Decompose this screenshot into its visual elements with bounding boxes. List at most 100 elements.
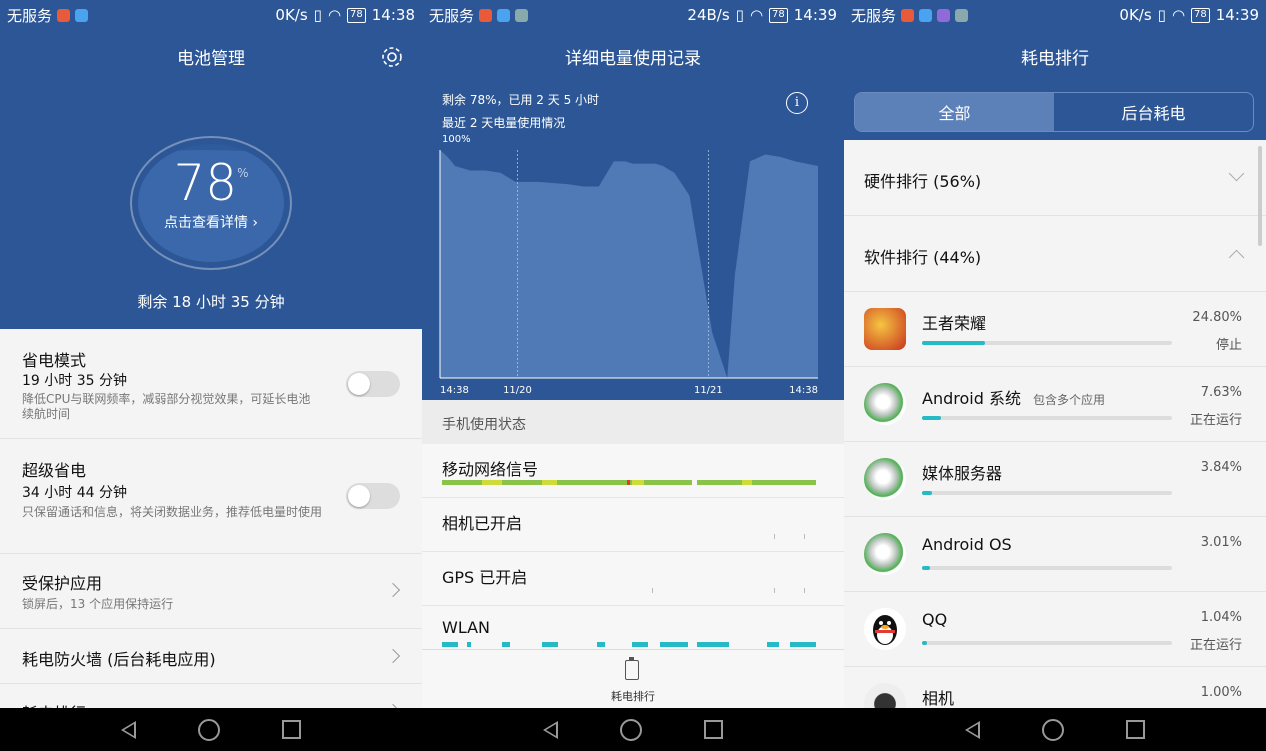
notification-icon	[57, 8, 71, 22]
app-name-text: 相机	[922, 689, 955, 708]
x-tick-label: 11/21	[694, 385, 723, 396]
back-icon[interactable]	[121, 720, 136, 739]
power-ranking-tab[interactable]: 耗电排行	[422, 649, 844, 709]
page-title: 详细电量使用记录	[565, 48, 701, 69]
recents-icon[interactable]	[704, 720, 723, 739]
home-icon[interactable]	[620, 718, 642, 741]
ultra-power-saving-item[interactable]: 超级省电 34 小时 44 分钟 只保留通话和信息，将关闭数据业务，推荐低电量时…	[0, 439, 422, 554]
recents-icon[interactable]	[282, 720, 301, 739]
app-row[interactable]: Android OS 3.01%	[844, 517, 1266, 592]
wifi-icon: ◠	[1171, 6, 1186, 24]
usage-bar	[922, 566, 1172, 570]
network-speed: 0K/s	[1119, 6, 1152, 24]
item-title: 耗电防火墙 (后台耗电应用)	[22, 650, 216, 669]
notification-icon	[901, 8, 915, 22]
usage-bar-fill	[922, 641, 927, 645]
tab-all[interactable]: 全部	[855, 93, 1054, 131]
battery-icon	[625, 657, 639, 680]
wifi-icon: ◠	[327, 6, 342, 24]
settings-list: 省电模式 19 小时 35 分钟 降低CPU与联网频率，减弱部分视觉效果，可延长…	[0, 329, 422, 723]
camera-on-row: 相机已开启	[422, 498, 844, 552]
network-speed: 24B/s	[687, 6, 730, 24]
home-icon[interactable]	[1042, 718, 1064, 741]
battery-icon: 78	[347, 7, 366, 23]
wifi-icon: ◠	[749, 6, 764, 24]
battery-history-screen: 无服务 24B/s ▯ ◠ 78 14:39 详细电量使用记录 剩余 78%，已…	[422, 0, 844, 751]
back-icon[interactable]	[543, 720, 558, 739]
navigation-bar	[422, 708, 844, 751]
signal-strength-bar	[442, 480, 816, 485]
app-row[interactable]: 媒体服务器 3.84%	[844, 442, 1266, 517]
power-firewall-item[interactable]: 耗电防火墙 (后台耗电应用)	[0, 629, 422, 684]
item-time: 34 小时 44 分钟	[22, 485, 127, 501]
image-icon	[515, 8, 529, 22]
category-label: 软件排行 (44%)	[864, 248, 982, 267]
scrollbar[interactable]	[1258, 146, 1262, 246]
app-name: 媒体服务器	[922, 460, 1002, 484]
notification-icon	[75, 8, 89, 22]
home-icon[interactable]	[198, 718, 220, 741]
power-ranking-screen: 无服务 0K/s ▯ ◠ 78 14:39 耗电排行 全部 后台耗电 硬件排行 …	[844, 0, 1266, 751]
app-name-text: Android 系统	[922, 389, 1021, 408]
app-percent: 7.63%	[1200, 385, 1242, 400]
qq-penguin-icon	[864, 608, 906, 650]
item-title: 受保护应用	[22, 574, 103, 593]
app-row[interactable]: Android 系统 包含多个应用 7.63% 正在运行	[844, 367, 1266, 442]
hardware-ranking-row[interactable]: 硬件排行 (56%)	[844, 140, 1266, 216]
app-row[interactable]: QQ 1.04% 正在运行	[844, 592, 1266, 667]
battery-area	[440, 150, 818, 378]
notification-icon	[919, 8, 933, 22]
carrier-text: 无服务	[7, 6, 53, 25]
item-title: 省电模式	[22, 351, 87, 370]
chevron-right-icon	[385, 582, 401, 598]
battery-manager-screen: 无服务 0K/s ▯ ◠ 78 14:38 电池管理 78% 点击查看详情 › …	[0, 0, 422, 751]
navigation-bar	[0, 708, 422, 751]
carrier-text: 无服务	[851, 6, 897, 25]
tab-label: 耗电排行	[611, 690, 655, 703]
back-icon[interactable]	[965, 720, 980, 739]
app-percent: 24.80%	[1192, 310, 1242, 325]
gps-usage-bar	[652, 588, 805, 593]
android-system-icon	[864, 383, 906, 425]
percent-unit: %	[237, 166, 249, 180]
recents-icon[interactable]	[1126, 720, 1145, 739]
row-label: GPS 已开启	[442, 568, 528, 587]
usage-bar-fill	[922, 341, 985, 345]
app-status: 正在运行	[1189, 413, 1242, 428]
chevron-up-icon	[1228, 249, 1245, 266]
app-name-text: 王者荣耀	[922, 314, 987, 333]
gps-on-row: GPS 已开启	[422, 552, 844, 606]
tab-background[interactable]: 后台耗电	[1054, 93, 1253, 131]
android-os-icon	[864, 533, 906, 575]
vibrate-icon: ▯	[735, 6, 744, 24]
camera-usage-bar	[774, 534, 805, 539]
chevron-down-icon	[1228, 165, 1245, 182]
app-name-text: 媒体服务器	[922, 464, 1003, 483]
software-ranking-row[interactable]: 软件排行 (44%)	[844, 216, 1266, 292]
usage-bar	[922, 641, 1172, 645]
status-bar: 无服务 24B/s ▯ ◠ 78 14:39	[422, 0, 844, 30]
status-bar: 无服务 0K/s ▯ ◠ 78 14:39	[844, 0, 1266, 30]
x-tick-label: 14:38	[789, 385, 818, 396]
app-row[interactable]: 王者荣耀 24.80% 停止	[844, 292, 1266, 367]
app-percent: 3.84%	[1200, 460, 1242, 475]
ultra-power-saving-toggle[interactable]	[346, 483, 400, 509]
media-server-icon	[864, 458, 906, 500]
page-title: 耗电排行	[1021, 48, 1089, 69]
x-tick-label: 14:38	[440, 385, 469, 396]
page-title: 电池管理	[177, 48, 245, 69]
protected-apps-item[interactable]: 受保护应用 锁屏后，13 个应用保持运行	[0, 554, 422, 629]
usage-bar-fill	[922, 416, 942, 420]
power-saving-mode-item[interactable]: 省电模式 19 小时 35 分钟 降低CPU与联网频率，减弱部分视觉效果，可延长…	[0, 329, 422, 439]
view-details-link[interactable]: 点击查看详情 ›	[0, 212, 422, 232]
clock: 14:38	[371, 6, 415, 24]
usage-bar	[922, 341, 1172, 345]
gear-icon[interactable]	[379, 44, 405, 70]
vibrate-icon: ▯	[1157, 6, 1166, 24]
app-status: 正在运行	[1189, 638, 1242, 653]
usage-bar-fill	[922, 491, 932, 495]
power-saving-toggle[interactable]	[346, 371, 400, 397]
ranking-list: 硬件排行 (56%) 软件排行 (44%) 王者荣耀 24.80% 停止 Androi…	[844, 140, 1266, 742]
carrier-text: 无服务	[429, 6, 475, 25]
item-desc: 只保留通话和信息，将关闭数据业务，推荐低电量时使用	[22, 505, 323, 519]
